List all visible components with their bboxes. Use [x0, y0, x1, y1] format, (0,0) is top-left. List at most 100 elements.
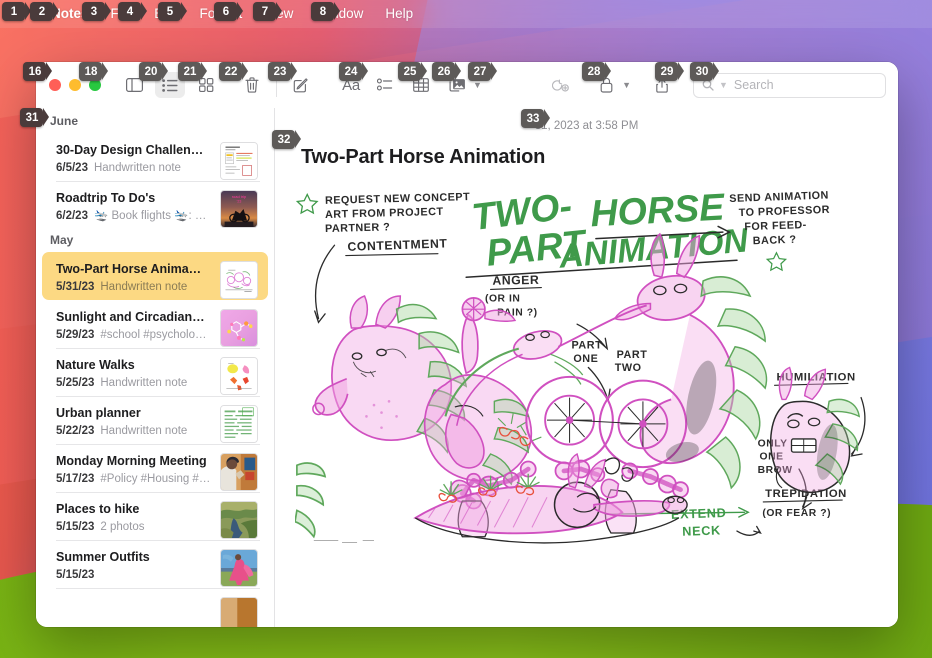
note-item-text	[56, 597, 220, 599]
svg-text:road trip: road trip	[232, 194, 247, 199]
search-chevron-down-icon[interactable]: ▼	[719, 80, 728, 90]
svg-text:FOR FEED-: FOR FEED-	[744, 219, 807, 233]
note-date: 5/29/23	[56, 329, 95, 341]
svg-text:ONE: ONE	[573, 353, 598, 365]
list-item[interactable]: Roadtrip To Do's 6/2/23 🛬 Book flights 🛬…	[42, 181, 268, 229]
note-meta: 5/15/23	[56, 567, 212, 583]
note-meta: 5/25/23 Handwritten note	[56, 375, 212, 391]
note-title: Roadtrip To Do's	[56, 191, 156, 205]
note-date: 5/15/23	[56, 569, 95, 581]
menu-item-help[interactable]: Help	[374, 0, 424, 28]
note-date: 5/17/23	[56, 473, 95, 485]
note-item-text: Sunlight and Circadian… 5/29/23 #school …	[56, 309, 220, 343]
note-meta: 5/17/23 #Policy #Housing #…	[56, 471, 212, 487]
note-date: 5/31/23	[56, 281, 95, 293]
list-item[interactable]: Monday Morning Meeting 5/17/23 #Policy #…	[42, 444, 268, 492]
svg-text:PARTNER ?: PARTNER ?	[325, 221, 391, 235]
note-snippet: Handwritten note	[93, 162, 181, 174]
note-snippet: #school #psycholo…	[100, 329, 207, 341]
lock-chevron-down-icon[interactable]: ▼	[622, 80, 631, 90]
badge-6: 6	[214, 2, 243, 21]
note-meta: 5/29/23 #school #psycholo…	[56, 327, 212, 343]
note-item-text: Roadtrip To Do's 6/2/23 🛬 Book flights 🛬…	[56, 190, 220, 224]
handwritten-sketch-canvas[interactable]: TWO- PART HORSE ANIMATION REQUEST NEW CO…	[295, 177, 878, 573]
note-item-text: Monday Morning Meeting 5/17/23 #Policy #…	[56, 453, 220, 487]
note-date: 5/25/23	[56, 377, 95, 389]
note-item-text: Places to hike 5/15/23 2 photos	[56, 501, 220, 535]
note-date: 6/5/23	[56, 162, 88, 174]
svg-text:PART: PART	[571, 340, 602, 352]
list-item[interactable]: Places to hike 5/15/23 2 photos	[42, 492, 268, 540]
badge-1: 1	[2, 2, 31, 21]
list-item-selected[interactable]: Two-Part Horse Anima… 5/31/23 Handwritte…	[42, 252, 268, 300]
search-field[interactable]: ▼ Search	[693, 72, 886, 98]
close-button[interactable]	[49, 79, 61, 91]
note-title: Places to hike	[56, 502, 140, 516]
badge-25: 25	[398, 62, 427, 81]
note-snippet: #Policy #Housing #…	[100, 473, 211, 485]
note-thumbnail	[220, 309, 258, 347]
note-group-header-june: June	[50, 114, 79, 128]
badge-21: 21	[178, 62, 207, 81]
badge-29: 29	[655, 62, 684, 81]
list-item[interactable]	[42, 588, 268, 627]
note-detail[interactable]: 31, 2023 at 3:58 PM Two-Part Horse Anima…	[275, 108, 898, 627]
sketch-svg: TWO- PART HORSE ANIMATION REQUEST NEW CO…	[295, 184, 878, 564]
note-snippet: 2 photos	[100, 521, 145, 533]
svg-text:ANGER: ANGER	[492, 273, 539, 288]
list-item[interactable]: Nature Walks 5/25/23 Handwritten note	[42, 348, 268, 396]
note-thumbnail	[220, 405, 258, 443]
window-body: June 30-Day Design Challen… 6/5/23 Handw…	[36, 108, 898, 627]
badge-8: 8	[311, 2, 340, 21]
note-meta: 5/31/23 Handwritten note	[56, 279, 212, 295]
checklist-icon[interactable]	[370, 72, 400, 98]
note-title: Sunlight and Circadian…	[56, 310, 205, 324]
badge-30: 30	[690, 62, 719, 81]
list-item[interactable]: Sunlight and Circadian… 5/29/23 #school …	[42, 300, 268, 348]
note-list[interactable]: June 30-Day Design Challen… 6/5/23 Handw…	[36, 108, 275, 627]
note-thumbnail	[220, 501, 258, 539]
note-group-header-may: May	[50, 233, 74, 247]
badge-3: 3	[82, 2, 111, 21]
svg-text:(OR IN: (OR IN	[485, 294, 521, 305]
note-thumbnail	[220, 549, 258, 587]
minimize-button[interactable]	[69, 79, 81, 91]
badge-18: 18	[79, 62, 108, 81]
note-title: Monday Morning Meeting	[56, 454, 207, 468]
note-thumbnail: road trip '23	[220, 190, 258, 228]
note-item-text: 30-Day Design Challen… 6/5/23 Handwritte…	[56, 142, 220, 176]
badge-7: 7	[253, 2, 282, 21]
note-snippet: Handwritten note	[100, 425, 188, 437]
note-snippet: Handwritten note	[100, 281, 188, 293]
note-meta: 5/15/23 2 photos	[56, 519, 212, 535]
badge-24: 24	[339, 62, 368, 81]
note-title: Two-Part Horse Anima…	[56, 262, 202, 276]
note-date: 5/15/23	[56, 521, 95, 533]
svg-text:(OR FEAR ?): (OR FEAR ?)	[762, 508, 831, 519]
note-snippet: Handwritten note	[100, 377, 188, 389]
note-item-text: Nature Walks 5/25/23 Handwritten note	[56, 357, 220, 391]
note-snippet: 🛬 Book flights 🛬: c…	[93, 210, 212, 222]
list-item[interactable]: Urban planner 5/22/23 Handwritten note	[42, 396, 268, 444]
notes-window: Aa ▼ ▼ ▼ Search June 30-Day Design Chall…	[36, 62, 898, 627]
list-item[interactable]: Summer Outfits 5/15/23	[42, 540, 268, 588]
badge-28: 28	[582, 62, 611, 81]
list-item[interactable]: 30-Day Design Challen… 6/5/23 Handwritte…	[42, 133, 268, 181]
search-input[interactable]: Search	[734, 78, 774, 92]
note-item-text: Two-Part Horse Anima… 5/31/23 Handwritte…	[56, 261, 220, 295]
desktop:  Notes File Edit Format View Window Hel…	[0, 0, 932, 658]
svg-text:PART: PART	[617, 349, 648, 361]
media-chevron-down-icon[interactable]: ▼	[473, 80, 482, 90]
note-meta: 5/22/23 Handwritten note	[56, 423, 212, 439]
note-meta: 6/5/23 Handwritten note	[56, 160, 212, 176]
badge-5: 5	[158, 2, 187, 21]
svg-text:BACK ?: BACK ?	[753, 234, 797, 248]
note-meta: 6/2/23 🛬 Book flights 🛬: c…	[56, 208, 212, 224]
badge-2: 2	[30, 2, 59, 21]
note-thumbnail	[220, 453, 258, 491]
note-thumbnail	[220, 597, 258, 627]
note-item-text: Summer Outfits 5/15/23	[56, 549, 220, 583]
note-date: 6/2/23	[56, 210, 88, 222]
collaborate-activity-icon[interactable]	[545, 72, 575, 98]
svg-text:TWO: TWO	[615, 362, 642, 374]
